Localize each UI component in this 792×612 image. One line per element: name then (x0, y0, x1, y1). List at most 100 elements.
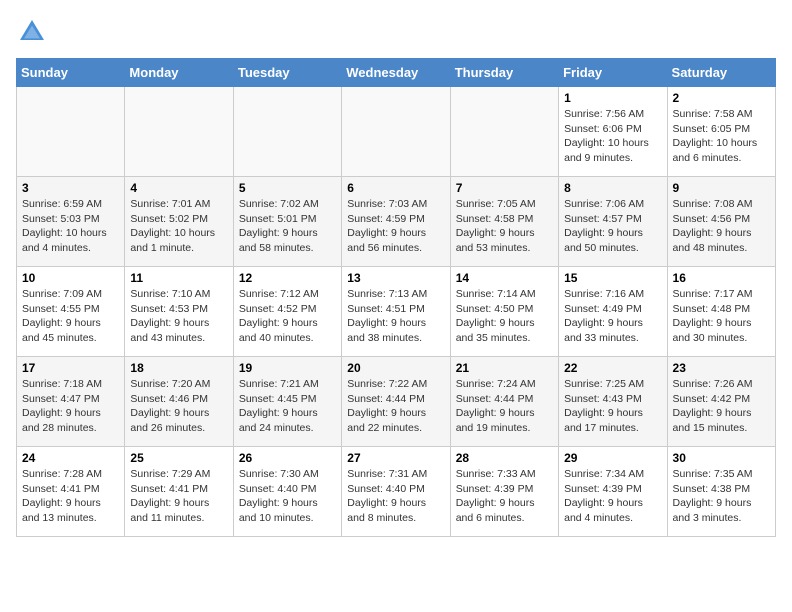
day-info: Sunrise: 7:33 AM Sunset: 4:39 PM Dayligh… (456, 467, 553, 526)
day-number: 25 (130, 451, 227, 465)
calendar-week-row: 24 Sunrise: 7:28 AM Sunset: 4:41 PM Dayli… (17, 447, 776, 537)
day-info: Sunrise: 7:01 AM Sunset: 5:02 PM Dayligh… (130, 197, 227, 256)
header-friday: Friday (559, 59, 667, 87)
day-number: 9 (673, 181, 770, 195)
day-info: Sunrise: 7:18 AM Sunset: 4:47 PM Dayligh… (22, 377, 119, 436)
calendar-cell: 18 Sunrise: 7:20 AM Sunset: 4:46 PM Dayli… (125, 357, 233, 447)
calendar-cell: 7 Sunrise: 7:05 AM Sunset: 4:58 PM Daylig… (450, 177, 558, 267)
day-info: Sunrise: 7:30 AM Sunset: 4:40 PM Dayligh… (239, 467, 336, 526)
calendar-cell: 27 Sunrise: 7:31 AM Sunset: 4:40 PM Dayli… (342, 447, 450, 537)
day-info: Sunrise: 7:20 AM Sunset: 4:46 PM Dayligh… (130, 377, 227, 436)
calendar-cell: 19 Sunrise: 7:21 AM Sunset: 4:45 PM Dayli… (233, 357, 341, 447)
calendar-cell (17, 87, 125, 177)
calendar-cell: 13Sunrise: 7:13 AM Sunset: 4:51 PM Dayli… (342, 267, 450, 357)
calendar-cell: 15Sunrise: 7:16 AM Sunset: 4:49 PM Dayli… (559, 267, 667, 357)
day-number: 7 (456, 181, 553, 195)
day-info: Sunrise: 7:58 AM Sunset: 6:05 PM Dayligh… (673, 107, 770, 166)
day-number: 21 (456, 361, 553, 375)
calendar-cell: 11Sunrise: 7:10 AM Sunset: 4:53 PM Dayli… (125, 267, 233, 357)
day-info: Sunrise: 7:25 AM Sunset: 4:43 PM Dayligh… (564, 377, 661, 436)
header-monday: Monday (125, 59, 233, 87)
calendar-cell (450, 87, 558, 177)
weekday-header-row: Sunday Monday Tuesday Wednesday Thursday… (17, 59, 776, 87)
calendar-cell: 6Sunrise: 7:03 AM Sunset: 4:59 PM Daylig… (342, 177, 450, 267)
calendar-cell (233, 87, 341, 177)
calendar-week-row: 1 Sunrise: 7:56 AM Sunset: 6:06 PM Daylig… (17, 87, 776, 177)
day-info: Sunrise: 7:02 AM Sunset: 5:01 PM Dayligh… (239, 197, 336, 256)
calendar-cell: 26Sunrise: 7:30 AM Sunset: 4:40 PM Dayli… (233, 447, 341, 537)
day-info: Sunrise: 7:29 AM Sunset: 4:41 PM Dayligh… (130, 467, 227, 526)
day-info: Sunrise: 7:22 AM Sunset: 4:44 PM Dayligh… (347, 377, 444, 436)
calendar-cell: 8Sunrise: 7:06 AM Sunset: 4:57 PM Daylig… (559, 177, 667, 267)
calendar-cell: 29Sunrise: 7:34 AM Sunset: 4:39 PM Dayli… (559, 447, 667, 537)
day-info: Sunrise: 7:21 AM Sunset: 4:45 PM Dayligh… (239, 377, 336, 436)
day-number: 28 (456, 451, 553, 465)
day-info: Sunrise: 7:14 AM Sunset: 4:50 PM Dayligh… (456, 287, 553, 346)
calendar-cell: 23 Sunrise: 7:26 AM Sunset: 4:42 PM Dayli… (667, 357, 775, 447)
calendar-cell: 9 Sunrise: 7:08 AM Sunset: 4:56 PM Daylig… (667, 177, 775, 267)
day-info: Sunrise: 7:24 AM Sunset: 4:44 PM Dayligh… (456, 377, 553, 436)
day-number: 14 (456, 271, 553, 285)
day-info: Sunrise: 7:09 AM Sunset: 4:55 PM Dayligh… (22, 287, 119, 346)
day-info: Sunrise: 7:17 AM Sunset: 4:48 PM Dayligh… (673, 287, 770, 346)
calendar-cell: 12 Sunrise: 7:12 AM Sunset: 4:52 PM Dayli… (233, 267, 341, 357)
calendar-week-row: 17Sunrise: 7:18 AM Sunset: 4:47 PM Dayli… (17, 357, 776, 447)
header-saturday: Saturday (667, 59, 775, 87)
calendar-cell: 22 Sunrise: 7:25 AM Sunset: 4:43 PM Dayli… (559, 357, 667, 447)
page-header (16, 16, 776, 48)
header-tuesday: Tuesday (233, 59, 341, 87)
calendar-cell: 17Sunrise: 7:18 AM Sunset: 4:47 PM Dayli… (17, 357, 125, 447)
calendar-cell: 14 Sunrise: 7:14 AM Sunset: 4:50 PM Dayli… (450, 267, 558, 357)
day-number: 3 (22, 181, 119, 195)
calendar-table: Sunday Monday Tuesday Wednesday Thursday… (16, 58, 776, 537)
calendar-week-row: 10 Sunrise: 7:09 AM Sunset: 4:55 PM Dayli… (17, 267, 776, 357)
calendar-cell: 24 Sunrise: 7:28 AM Sunset: 4:41 PM Dayli… (17, 447, 125, 537)
calendar-cell: 1 Sunrise: 7:56 AM Sunset: 6:06 PM Daylig… (559, 87, 667, 177)
day-number: 12 (239, 271, 336, 285)
day-number: 4 (130, 181, 227, 195)
calendar-cell (125, 87, 233, 177)
logo-icon (16, 16, 48, 48)
day-number: 27 (347, 451, 444, 465)
day-info: Sunrise: 7:28 AM Sunset: 4:41 PM Dayligh… (22, 467, 119, 526)
day-number: 18 (130, 361, 227, 375)
header-sunday: Sunday (17, 59, 125, 87)
header-wednesday: Wednesday (342, 59, 450, 87)
calendar-cell: 30 Sunrise: 7:35 AM Sunset: 4:38 PM Dayli… (667, 447, 775, 537)
day-number: 29 (564, 451, 661, 465)
day-number: 19 (239, 361, 336, 375)
day-info: Sunrise: 7:56 AM Sunset: 6:06 PM Dayligh… (564, 107, 661, 166)
day-info: Sunrise: 7:13 AM Sunset: 4:51 PM Dayligh… (347, 287, 444, 346)
day-info: Sunrise: 7:08 AM Sunset: 4:56 PM Dayligh… (673, 197, 770, 256)
day-number: 15 (564, 271, 661, 285)
day-number: 20 (347, 361, 444, 375)
calendar-cell: 5 Sunrise: 7:02 AM Sunset: 5:01 PM Daylig… (233, 177, 341, 267)
day-info: Sunrise: 7:05 AM Sunset: 4:58 PM Dayligh… (456, 197, 553, 256)
day-info: Sunrise: 7:31 AM Sunset: 4:40 PM Dayligh… (347, 467, 444, 526)
header-thursday: Thursday (450, 59, 558, 87)
calendar-cell (342, 87, 450, 177)
calendar-cell: 16 Sunrise: 7:17 AM Sunset: 4:48 PM Dayli… (667, 267, 775, 357)
day-number: 24 (22, 451, 119, 465)
day-number: 22 (564, 361, 661, 375)
calendar-cell: 2 Sunrise: 7:58 AM Sunset: 6:05 PM Daylig… (667, 87, 775, 177)
logo (16, 16, 52, 48)
day-number: 2 (673, 91, 770, 105)
day-info: Sunrise: 7:26 AM Sunset: 4:42 PM Dayligh… (673, 377, 770, 436)
calendar-cell: 3 Sunrise: 6:59 AM Sunset: 5:03 PM Daylig… (17, 177, 125, 267)
calendar-cell: 25 Sunrise: 7:29 AM Sunset: 4:41 PM Dayli… (125, 447, 233, 537)
day-info: Sunrise: 7:12 AM Sunset: 4:52 PM Dayligh… (239, 287, 336, 346)
day-number: 16 (673, 271, 770, 285)
day-number: 1 (564, 91, 661, 105)
day-number: 10 (22, 271, 119, 285)
day-number: 30 (673, 451, 770, 465)
calendar-cell: 10 Sunrise: 7:09 AM Sunset: 4:55 PM Dayli… (17, 267, 125, 357)
day-info: Sunrise: 7:03 AM Sunset: 4:59 PM Dayligh… (347, 197, 444, 256)
day-info: Sunrise: 7:10 AM Sunset: 4:53 PM Dayligh… (130, 287, 227, 346)
day-info: Sunrise: 6:59 AM Sunset: 5:03 PM Dayligh… (22, 197, 119, 256)
day-number: 23 (673, 361, 770, 375)
calendar-cell: 4 Sunrise: 7:01 AM Sunset: 5:02 PM Daylig… (125, 177, 233, 267)
day-info: Sunrise: 7:35 AM Sunset: 4:38 PM Dayligh… (673, 467, 770, 526)
day-number: 5 (239, 181, 336, 195)
day-info: Sunrise: 7:06 AM Sunset: 4:57 PM Dayligh… (564, 197, 661, 256)
